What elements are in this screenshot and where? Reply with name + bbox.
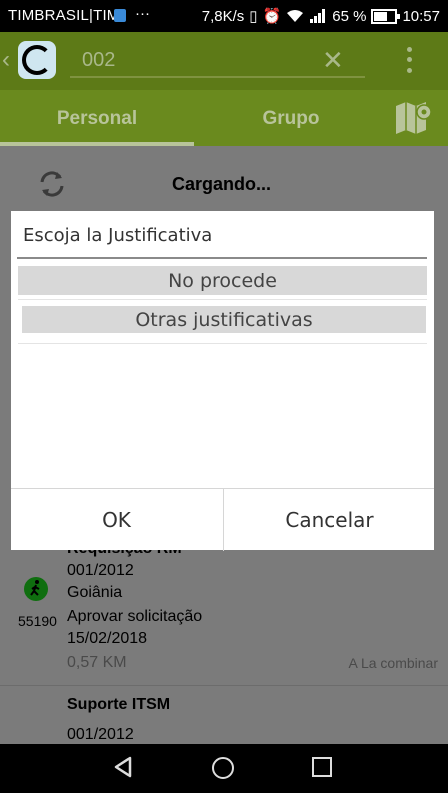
tab-bar: Personal Grupo: [0, 90, 448, 146]
overflow-menu-icon[interactable]: [404, 44, 414, 76]
item-code: 001/2012: [67, 726, 134, 743]
item-distance: 0,57 KM: [67, 654, 127, 671]
justification-dialog: Escoja la Justificativa No procede Otras…: [11, 211, 434, 551]
status-bar: TIMBRASIL|TIM ··· 7,8K/s ▯ ⏰ 65 % 10:57: [0, 0, 448, 32]
loading-text: Cargando...: [172, 174, 272, 194]
signal-icon: [310, 9, 326, 23]
refresh-icon[interactable]: [36, 168, 68, 200]
dialog-buttons: OK Cancelar: [11, 488, 434, 551]
dialog-title-divider: [17, 257, 427, 259]
back-icon[interactable]: [112, 756, 134, 778]
network-speed: 7,8K/s: [201, 7, 245, 25]
app-bar: ‹ 002 ✕: [0, 32, 448, 90]
clock: 10:57: [402, 7, 440, 25]
item-note: A La combinar: [348, 655, 439, 671]
tab-personal[interactable]: Personal: [0, 90, 194, 146]
vibrate-icon: ▯: [249, 8, 258, 25]
item-action: Aprovar solicitação: [67, 608, 203, 625]
option-no-procede[interactable]: No procede: [18, 266, 427, 295]
status-right: 7,8K/s ▯ ⏰ 65 % 10:57: [201, 7, 440, 26]
battery-icon: [371, 8, 401, 24]
list-item[interactable]: Requisição RM 001/2012 Goiânia 55190 Apr…: [0, 538, 448, 688]
cancel-button[interactable]: Cancelar: [223, 489, 435, 551]
ok-button[interactable]: OK: [11, 489, 222, 551]
tab-grupo[interactable]: Grupo: [194, 90, 388, 146]
item-number: 55190: [18, 613, 57, 629]
search-input[interactable]: 002: [70, 42, 365, 78]
back-chevron-icon[interactable]: ‹: [2, 46, 10, 74]
recent-apps-icon[interactable]: [312, 757, 332, 777]
list-item[interactable]: Suporte ITSM 001/2012: [0, 696, 448, 744]
divider: [0, 685, 448, 686]
option-otras-justificativas[interactable]: Otras justificativas: [22, 306, 426, 333]
loading-row: Cargando...: [0, 166, 448, 206]
item-date: 15/02/2018: [67, 630, 148, 647]
close-icon[interactable]: ✕: [322, 45, 344, 76]
item-title: Suporte ITSM: [67, 696, 171, 713]
dialog-title: Escoja la Justificativa: [23, 225, 213, 246]
battery-percent: 65 %: [332, 7, 367, 25]
item-city: Goiânia: [67, 584, 123, 601]
option-divider: [18, 299, 427, 300]
item-code: 001/2012: [67, 562, 134, 579]
walking-person-icon: [24, 577, 48, 601]
system-nav-bar: [0, 744, 448, 793]
sim-icon: [114, 9, 126, 22]
home-icon[interactable]: [212, 757, 234, 779]
alarm-icon: ⏰: [262, 8, 282, 25]
more-notifications-icon: ···: [135, 5, 150, 22]
carrier-name: TIMBRASIL|TIM: [8, 7, 120, 24]
map-pin-icon[interactable]: [394, 100, 434, 136]
app-logo[interactable]: [18, 41, 56, 79]
wifi-icon: [287, 10, 304, 22]
option-divider: [18, 343, 427, 344]
